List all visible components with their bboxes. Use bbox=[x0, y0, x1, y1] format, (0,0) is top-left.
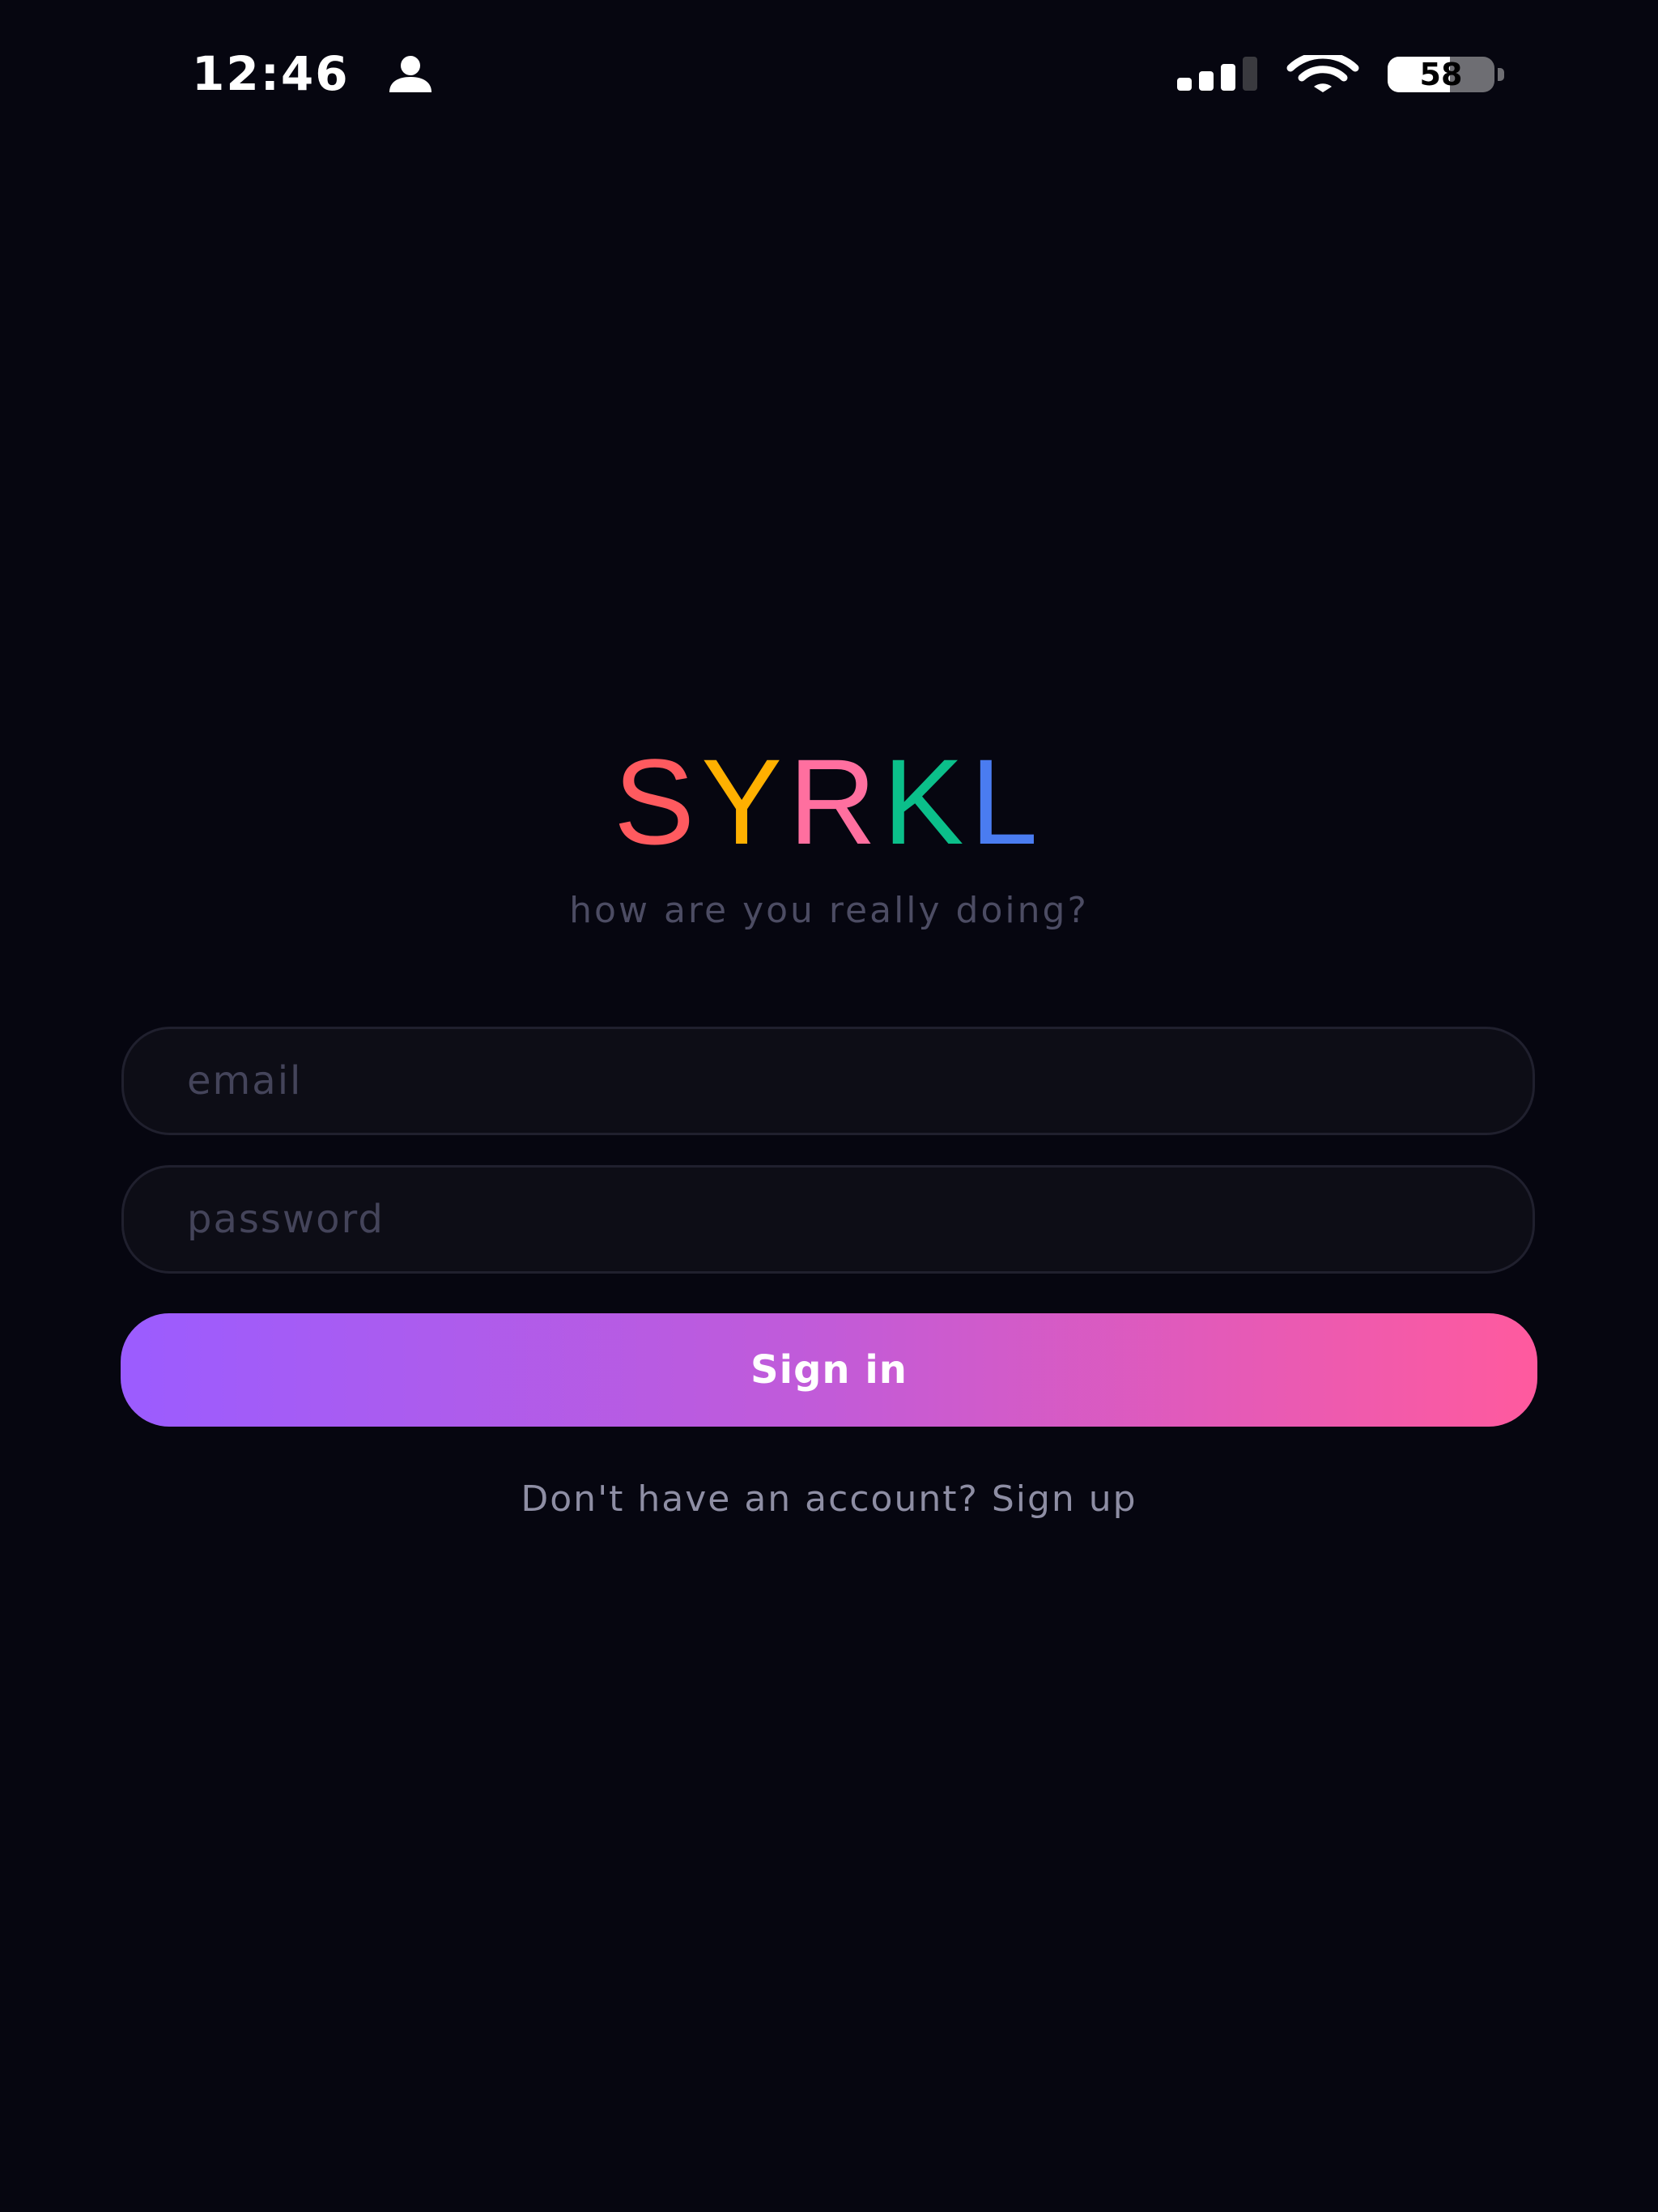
sign-in-button[interactable]: Sign in bbox=[121, 1313, 1537, 1427]
logo-letter: K bbox=[882, 734, 971, 870]
email-field[interactable] bbox=[121, 1027, 1535, 1135]
status-time: 12:46 bbox=[192, 46, 350, 101]
wifi-icon bbox=[1286, 55, 1359, 92]
signup-prompt-text: Don't have an account? bbox=[521, 1478, 979, 1520]
status-bar: 12:46 58 bbox=[0, 0, 1658, 154]
tagline: how are you really doing? bbox=[569, 890, 1089, 931]
cellular-signal-icon bbox=[1177, 57, 1257, 91]
person-icon bbox=[389, 56, 432, 92]
battery-icon: 58 bbox=[1388, 57, 1506, 92]
sign-up-link[interactable]: Sign up bbox=[992, 1478, 1137, 1520]
password-field[interactable] bbox=[121, 1165, 1535, 1274]
app-logo: SYRKL bbox=[0, 733, 1658, 870]
battery-percentage: 58 bbox=[1419, 57, 1463, 92]
logo-letter: S bbox=[614, 734, 702, 870]
logo-letter: Y bbox=[701, 734, 789, 870]
signup-prompt: Don't have an account? Sign up bbox=[0, 1475, 1658, 1524]
logo-letter: L bbox=[970, 734, 1044, 870]
logo-letter: R bbox=[789, 734, 883, 870]
